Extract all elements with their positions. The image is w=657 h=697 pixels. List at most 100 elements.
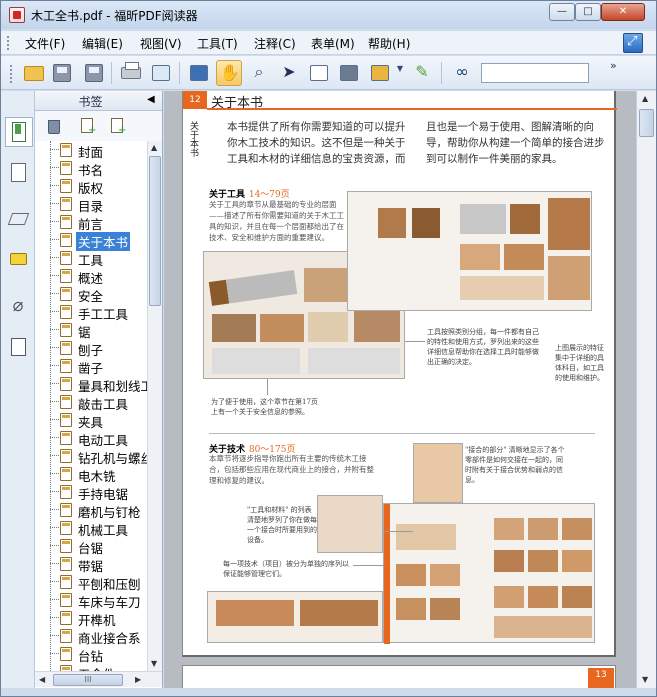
menu-form[interactable]: 表单(M) xyxy=(311,35,355,52)
bookmark-item[interactable]: 量具和划线工 xyxy=(35,375,147,394)
photo xyxy=(494,518,524,540)
menu-comment[interactable]: 注释(C) xyxy=(254,35,296,52)
pages-tab[interactable] xyxy=(9,163,29,183)
maximize-button[interactable]: □ xyxy=(575,3,601,21)
bookmark-scroll-thumb[interactable] xyxy=(149,156,161,306)
bookmark-item[interactable]: 版权 xyxy=(35,177,147,196)
find-button[interactable]: ∞ xyxy=(449,60,475,86)
delete-icon[interactable] xyxy=(46,117,62,135)
header-rule xyxy=(207,108,617,110)
full-screen-button[interactable] xyxy=(186,60,212,86)
bookmark-hscroll-thumb[interactable]: III xyxy=(53,674,123,686)
open-button[interactable] xyxy=(21,60,47,86)
bookmark-item[interactable]: 书名 xyxy=(35,159,147,178)
attachments-tab[interactable]: ⌀ xyxy=(9,293,29,316)
bookmark-item[interactable]: 车床与车刀 xyxy=(35,591,147,610)
menu-help[interactable]: 帮助(H) xyxy=(368,35,410,52)
bookmark-item[interactable]: 关于本书 xyxy=(35,231,147,251)
bookmark-item[interactable]: 带锯 xyxy=(35,555,147,574)
save-button[interactable] xyxy=(49,60,75,86)
text-block xyxy=(212,348,300,374)
add-child-bookmark-icon[interactable]: + xyxy=(109,117,126,136)
scroll-up-icon[interactable]: ▲ xyxy=(151,143,157,152)
bookmark-page-icon xyxy=(60,539,72,553)
bookmark-item[interactable]: 锯 xyxy=(35,321,147,340)
bookmark-item[interactable]: 手持电锯 xyxy=(35,483,147,502)
document-vertical-scrollbar[interactable]: ▲ ▼ xyxy=(636,91,656,688)
signatures-tab[interactable] xyxy=(9,337,29,357)
bookmark-item[interactable]: 钻孔机与螺丝 xyxy=(35,447,147,466)
title-bar[interactable]: 木工全书.pdf - 福昕PDF阅读器 — □ ✕ xyxy=(1,1,656,29)
paperclip-icon: ⌀ xyxy=(12,295,24,316)
menu-edit[interactable]: 编辑(E) xyxy=(82,35,123,52)
menu-grip[interactable] xyxy=(6,35,10,51)
menu-tools[interactable]: 工具(T) xyxy=(197,35,238,52)
scroll-down-icon[interactable]: ▼ xyxy=(151,659,157,668)
document-view[interactable]: 12 关于本书 关于本书 本书提供了所有你需要知道的可以提升你木工技术的知识。这… xyxy=(164,91,636,688)
sign-button[interactable]: ✎ xyxy=(409,60,435,86)
bookmark-item[interactable]: 敲击工具 xyxy=(35,393,147,412)
layers-tab[interactable] xyxy=(7,209,30,229)
bookmark-item[interactable]: 台钻 xyxy=(35,645,147,664)
bookmark-item[interactable]: 安全 xyxy=(35,285,147,304)
scan-button[interactable] xyxy=(148,60,174,86)
bookmark-item[interactable]: 磨机与钉枪 xyxy=(35,501,147,520)
pdf-page: 12 关于本书 关于本书 本书提供了所有你需要知道的可以提升你木工技术的知识。这… xyxy=(182,91,617,657)
collapse-panel-button[interactable]: ◀ xyxy=(147,94,155,105)
rms-button[interactable] xyxy=(367,60,393,86)
bookmark-item[interactable]: 手工工具 xyxy=(35,303,147,322)
bookmark-horizontal-scrollbar[interactable]: ◀ III ▶ xyxy=(35,671,162,687)
rms-dropdown-icon[interactable]: ▼ xyxy=(395,64,405,73)
close-button[interactable]: ✕ xyxy=(601,3,645,21)
toolbar-grip[interactable] xyxy=(9,64,13,84)
bookmark-item[interactable]: 封面 xyxy=(35,141,147,160)
snapshot-button[interactable] xyxy=(336,60,362,86)
bookmark-item[interactable]: 刨子 xyxy=(35,339,147,358)
bookmark-item[interactable]: 开榫机 xyxy=(35,609,147,628)
bookmark-item[interactable]: 工具 xyxy=(35,249,147,268)
bookmark-item[interactable]: 夹具 xyxy=(35,411,147,430)
bookmark-page-icon xyxy=(60,503,72,517)
bookmark-item[interactable]: 前言 xyxy=(35,213,147,232)
document-scroll-thumb[interactable] xyxy=(639,109,654,137)
bookmark-vertical-scrollbar[interactable]: ▲ ▼ xyxy=(147,141,162,671)
scroll-up-icon[interactable]: ▲ xyxy=(642,94,648,103)
bookmark-item[interactable]: 概述 xyxy=(35,267,147,286)
scroll-left-icon[interactable]: ◀ xyxy=(39,675,45,684)
menu-view[interactable]: 视图(V) xyxy=(140,35,182,52)
bookmark-item[interactable]: 电动工具 xyxy=(35,429,147,448)
scroll-down-icon[interactable]: ▼ xyxy=(642,675,648,684)
bookmark-item[interactable]: 机械工具 xyxy=(35,519,147,538)
add-bookmark-icon[interactable]: + xyxy=(79,117,96,136)
hand-tool-button[interactable]: ✋ xyxy=(216,60,242,86)
bookmark-item[interactable]: 台锯 xyxy=(35,537,147,556)
toolbar-overflow-button[interactable]: » xyxy=(610,59,617,72)
bookmark-item[interactable]: 凿子 xyxy=(35,357,147,376)
save-as-button[interactable] xyxy=(81,60,107,86)
bookmark-item[interactable]: 平刨和压刨 xyxy=(35,573,147,592)
toolbar-separator xyxy=(111,62,112,84)
full-screen-icon[interactable] xyxy=(623,33,643,53)
bookmark-item[interactable]: 五金件 xyxy=(35,663,147,671)
search-input[interactable] xyxy=(481,63,589,83)
comments-tab[interactable] xyxy=(9,251,29,271)
photo xyxy=(528,550,558,572)
bookmarks-tab[interactable] xyxy=(5,117,33,147)
tree-connector xyxy=(50,329,59,330)
pages-icon xyxy=(11,163,26,182)
bookmark-item[interactable]: 目录 xyxy=(35,195,147,214)
binoculars-icon: ∞ xyxy=(455,62,469,81)
photo xyxy=(494,616,592,638)
zoom-button[interactable]: ⌕ xyxy=(246,60,272,86)
text-select-button[interactable] xyxy=(306,60,332,86)
bookmark-page-icon xyxy=(60,377,72,391)
bookmark-page-icon xyxy=(60,431,72,445)
section-divider xyxy=(209,433,595,434)
minimize-button[interactable]: — xyxy=(549,3,575,21)
select-button[interactable]: ➤ xyxy=(276,60,302,86)
print-button[interactable] xyxy=(118,60,144,86)
scroll-right-icon[interactable]: ▶ xyxy=(135,675,141,684)
menu-file[interactable]: 文件(F) xyxy=(25,35,65,52)
bookmark-item[interactable]: 电木铣 xyxy=(35,465,147,484)
bookmark-item[interactable]: 商业接合系 xyxy=(35,627,147,646)
